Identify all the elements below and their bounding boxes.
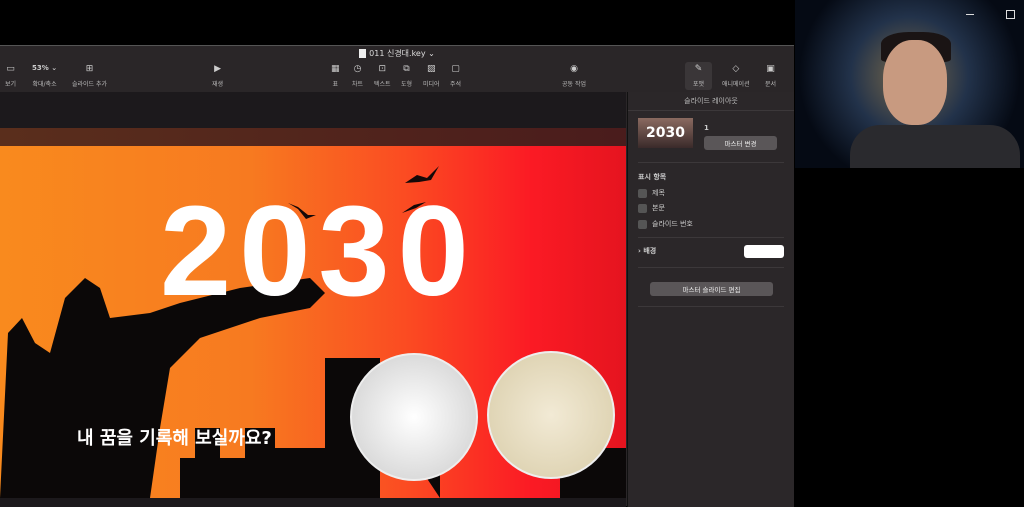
play-label: 재생 xyxy=(212,81,224,88)
collaborate-label: 공동 작업 xyxy=(562,81,586,88)
title-checkbox-label: 제목 xyxy=(652,189,665,197)
comment-icon: ▢ xyxy=(451,64,460,74)
chart-label: 차트 xyxy=(352,81,364,88)
play-icon: ▶ xyxy=(214,64,221,74)
view-button[interactable]: ▭ 보기 xyxy=(5,64,16,88)
window-title: 011 신경대.key xyxy=(369,49,426,58)
text-icon: ⊡ xyxy=(378,64,387,74)
media-label: 미디어 xyxy=(423,81,440,88)
shape-label: 도형 xyxy=(401,81,413,88)
document-button[interactable]: ▣ 문서 xyxy=(765,64,776,88)
slide-canvas: 2030 내 꿈을 기록해 보실까요? xyxy=(0,92,626,507)
text-label: 텍스트 xyxy=(374,81,391,88)
zoom-value: 53% ⌄ xyxy=(32,64,58,72)
play-button[interactable]: ▶ 재생 xyxy=(212,64,223,88)
comment-label: 주석 xyxy=(450,81,462,88)
animate-button[interactable]: ◇ 애니메이션 xyxy=(722,64,750,88)
zoom-label: 확대/축소 xyxy=(32,81,57,88)
checkbox-icon xyxy=(638,188,647,198)
view-label: 보기 xyxy=(5,81,17,88)
divider xyxy=(638,237,784,238)
add-slide-button[interactable]: ⊞ 슬라이드 추가 xyxy=(72,64,107,88)
master-number: 1 xyxy=(704,124,709,132)
maximize-icon[interactable] xyxy=(1006,10,1015,19)
shape-icon: ⧉ xyxy=(403,64,410,74)
media-icon: ▨ xyxy=(427,64,436,74)
change-master-button[interactable]: 마스터 변경 xyxy=(704,136,777,150)
robot-hand-image-2 xyxy=(487,351,615,479)
title-checkbox[interactable]: 제목 xyxy=(638,188,665,198)
collaborate-icon: ◉ xyxy=(570,64,578,74)
slide-subtitle: 내 꿈을 기록해 보실까요? xyxy=(77,428,272,449)
body-checkbox-label: 본문 xyxy=(652,204,665,212)
slide-number-checkbox-label: 슬라이드 번호 xyxy=(652,220,693,228)
sidebar-icon: ▭ xyxy=(6,64,15,74)
panel-header: 슬라이드 레이아웃 xyxy=(628,92,794,111)
format-button[interactable]: ✎ 포맷 xyxy=(685,62,713,90)
shape-button[interactable]: ⧉ 도형 xyxy=(401,64,412,88)
add-slide-label: 슬라이드 추가 xyxy=(72,81,108,88)
display-items-label: 표시 항목 xyxy=(638,173,667,181)
chart-icon: ◷ xyxy=(353,64,362,74)
comment-button[interactable]: ▢ 주석 xyxy=(450,64,461,88)
divider xyxy=(638,162,784,163)
table-icon: ▦ xyxy=(331,64,340,74)
collaborate-button[interactable]: ◉ 공동 작업 xyxy=(562,64,586,88)
slide[interactable]: 2030 내 꿈을 기록해 보실까요? xyxy=(0,128,626,498)
background-color-well[interactable] xyxy=(744,245,784,258)
document-setup-icon: ▣ xyxy=(766,64,775,74)
robot-hand-image-1 xyxy=(350,353,478,481)
format-label: 포맷 xyxy=(693,81,705,88)
animate-label: 애니메이션 xyxy=(722,81,750,88)
chart-button[interactable]: ◷ 차트 xyxy=(352,64,363,88)
edit-master-slide-button[interactable]: 마스터 슬라이드 편집 xyxy=(650,282,773,296)
document-icon xyxy=(359,49,367,58)
add-slide-icon: ⊞ xyxy=(85,64,94,74)
checkbox-icon xyxy=(638,219,647,229)
background-disclosure[interactable]: › 배경 xyxy=(638,246,656,256)
background-label: 배경 xyxy=(643,247,657,255)
slide-number-checkbox[interactable]: 슬라이드 번호 xyxy=(638,219,693,229)
zoom-button[interactable]: 53% ⌄ 확대/축소 xyxy=(32,64,57,88)
checkbox-icon xyxy=(638,203,647,213)
body-checkbox[interactable]: 본문 xyxy=(638,203,665,213)
title-bar: 011 신경대.key ⌄ xyxy=(0,48,794,59)
table-button[interactable]: ▦ 표 xyxy=(331,64,340,88)
divider xyxy=(638,306,784,307)
animate-icon: ◇ xyxy=(732,64,740,74)
presenter-face xyxy=(883,40,947,125)
presenter-shirt xyxy=(850,125,1020,168)
table-label: 표 xyxy=(332,81,339,88)
text-button[interactable]: ⊡ 텍스트 xyxy=(374,64,391,88)
master-thumbnail[interactable]: 2030 xyxy=(638,118,693,148)
slide-title: 2030 xyxy=(160,180,477,323)
zoom-value-text: 53% xyxy=(32,64,49,72)
minimize-icon[interactable] xyxy=(966,14,974,15)
paintbrush-icon: ✎ xyxy=(694,64,703,74)
webcam-video xyxy=(795,0,1024,168)
keynote-window: 011 신경대.key ⌄ ▭ 보기 53% ⌄ 확대/축소 ⊞ 슬라이드 추가 ▶ 재… xyxy=(0,45,794,507)
media-button[interactable]: ▨ 미디어 xyxy=(423,64,440,88)
slide-layout-panel: 슬라이드 레이아웃 2030 1 마스터 변경 표시 항목 제목 본문 슬라이드… xyxy=(627,92,794,507)
divider xyxy=(638,267,784,268)
document-label: 문서 xyxy=(765,81,777,88)
